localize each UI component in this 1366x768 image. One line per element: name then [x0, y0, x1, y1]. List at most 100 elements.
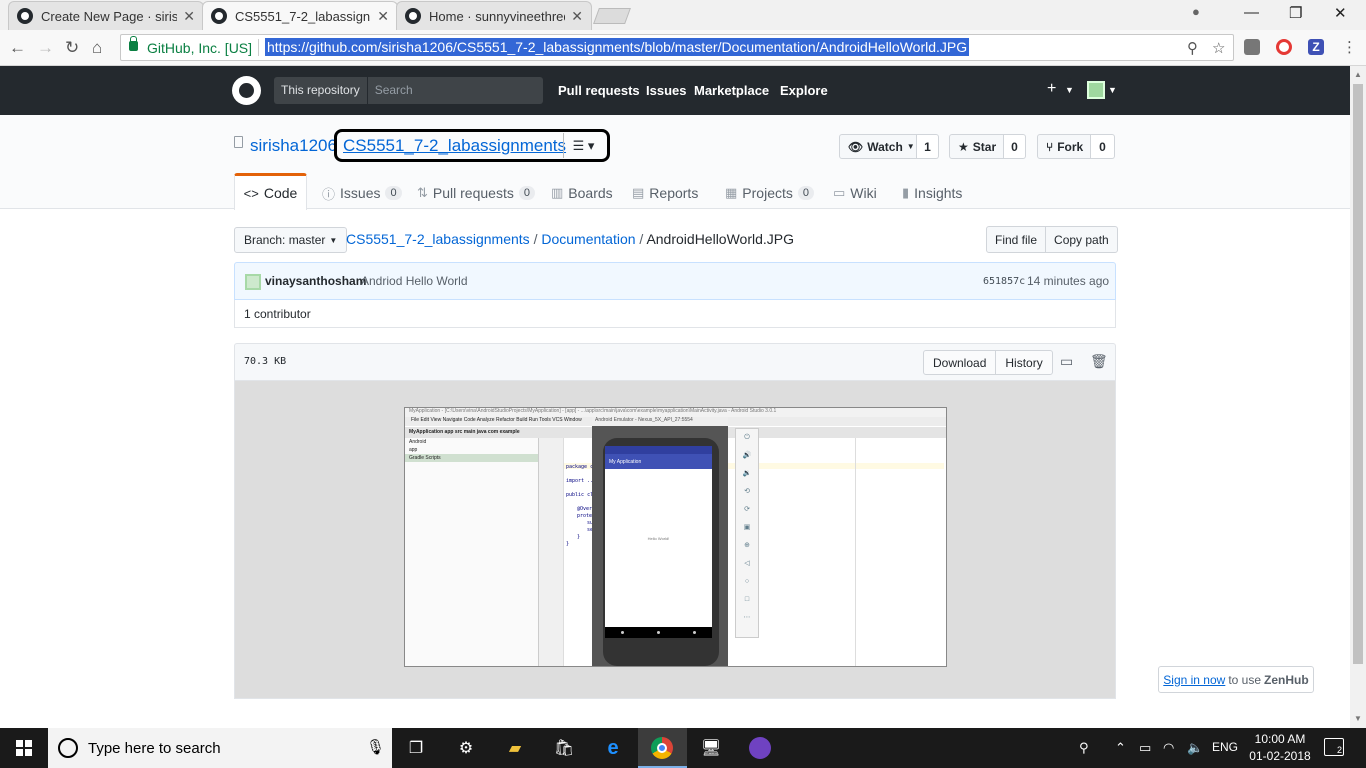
tab-projects[interactable]: ▦ Projects 0 — [725, 177, 814, 209]
history-button[interactable]: History — [995, 351, 1051, 374]
avatar[interactable] — [245, 274, 261, 290]
branch-select[interactable]: Branch: master ▼ — [234, 227, 348, 253]
url-text[interactable]: https://github.com/sirisha1206/CS5551_7-… — [265, 38, 970, 56]
star-button[interactable]: ★ Star — [949, 134, 1004, 159]
zenhub-signin: Sign in now to use ZenHub — [1158, 666, 1314, 693]
nav-explore[interactable]: Explore — [780, 83, 828, 98]
taskbar-search[interactable]: Type here to search 🎙 — [48, 728, 392, 768]
volume-icon[interactable]: 🔈 — [1187, 740, 1203, 756]
nav-issues[interactable]: Issues — [646, 83, 686, 98]
search-scope-label: This repository — [274, 77, 368, 104]
tab-title: CS5551_7-2_labassignme — [235, 8, 371, 24]
new-tab-button[interactable] — [593, 8, 631, 24]
chevron-up-icon[interactable]: ⌃ — [1115, 740, 1126, 756]
nav-marketplace[interactable]: Marketplace — [694, 83, 769, 98]
browser-tab[interactable]: Home · sunnyvineethredd ✕ — [396, 1, 592, 30]
restore-icon[interactable]: ❐ — [1289, 4, 1302, 22]
notification-icon[interactable]: 2 — [1324, 738, 1344, 756]
tab-boards[interactable]: ▥ Boards — [551, 177, 613, 209]
search-input[interactable]: Search — [368, 77, 420, 104]
file-header: 70.3 KB Download History ▭ 🗑 — [234, 343, 1116, 381]
chevron-down-icon[interactable]: ▼ — [1108, 85, 1117, 95]
watch-button[interactable]: 👁 Watch ▼ — [839, 134, 917, 159]
reload-icon[interactable]: ↻ — [65, 38, 79, 58]
browser-tab-active[interactable]: CS5551_7-2_labassignme ✕ — [202, 1, 398, 30]
breadcrumb-directory[interactable]: Documentation — [541, 231, 635, 247]
zoom-icon[interactable]: ⚲ — [1187, 39, 1198, 57]
tab-insights[interactable]: ▮ Insights — [902, 177, 962, 209]
menu-dots-icon[interactable]: ⋮ — [1342, 38, 1357, 56]
camera-icon: ▣ — [743, 524, 751, 531]
tab-wiki[interactable]: ▭ Wiki — [833, 177, 877, 209]
zenhub-signin-link[interactable]: Sign in now — [1163, 673, 1225, 687]
github-desktop-icon[interactable] — [748, 736, 772, 760]
store-icon[interactable]: 🛍 — [552, 736, 576, 760]
close-tab-icon[interactable]: ✕ — [183, 8, 195, 25]
language-indicator[interactable]: ENG — [1212, 740, 1238, 754]
minimize-icon[interactable]: — — [1244, 4, 1259, 21]
star-count[interactable]: 0 — [1004, 134, 1026, 159]
fork-count[interactable]: 0 — [1091, 134, 1115, 159]
find-file-button[interactable]: Find file — [987, 227, 1045, 252]
commit-author-link[interactable]: vinaysanthosham — [265, 274, 366, 288]
edge-browser-icon[interactable]: e — [601, 736, 625, 760]
trash-icon[interactable]: 🗑 — [1090, 353, 1108, 370]
fork-button[interactable]: ⑂ Fork — [1037, 134, 1091, 159]
page-scrollbar[interactable]: ▲ ▼ — [1350, 66, 1366, 728]
back-arrow-icon[interactable]: ← — [9, 38, 26, 58]
browser-tab[interactable]: Create New Page · sirisha ✕ — [8, 1, 204, 30]
plus-icon[interactable]: + — [1047, 80, 1056, 98]
taskbar-clock[interactable]: 10:00 AM 01-02-2018 — [1244, 731, 1316, 765]
nav-pull-requests[interactable]: Pull requests — [558, 83, 640, 98]
close-tab-icon[interactable]: ✕ — [377, 8, 389, 25]
profile-icon[interactable]: ● — [1192, 4, 1200, 19]
list-menu-icon[interactable]: ☰ ▾ — [563, 133, 603, 158]
task-view-icon[interactable]: ❐ — [404, 736, 428, 760]
settings-gear-icon[interactable]: ⚙ — [454, 736, 478, 760]
desktop-icon[interactable]: ▭ — [1060, 353, 1073, 370]
commit-sha-link[interactable]: 651857c — [983, 276, 1025, 287]
extension-icon[interactable] — [1244, 39, 1260, 55]
chevron-down-icon: ▼ — [329, 235, 338, 245]
microphone-icon[interactable]: 🎙 — [366, 738, 385, 756]
wifi-icon[interactable]: ◠ — [1163, 740, 1174, 756]
tab-reports[interactable]: ▤ Reports — [632, 177, 698, 209]
github-logo-icon[interactable] — [232, 76, 261, 105]
tab-pull-requests[interactable]: ⇅ Pull requests 0 — [417, 177, 535, 209]
phone-nav-bar — [605, 627, 712, 638]
avatar[interactable] — [1087, 81, 1105, 99]
repo-owner-link[interactable]: sirisha1206 — [250, 136, 337, 156]
scroll-down-icon[interactable]: ▼ — [1354, 714, 1362, 723]
opera-extension-icon[interactable] — [1276, 39, 1292, 55]
close-window-icon[interactable]: ✕ — [1334, 4, 1347, 22]
people-icon[interactable]: ⚲ — [1079, 740, 1089, 756]
chevron-down-icon[interactable]: ▼ — [1065, 85, 1074, 95]
search-box[interactable]: This repository Search — [274, 77, 543, 104]
file-size: 70.3 KB — [244, 356, 287, 367]
scroll-up-icon[interactable]: ▲ — [1354, 70, 1362, 79]
commit-message[interactable]: Andriod Hello World — [361, 274, 468, 288]
windows-start-icon[interactable] — [16, 740, 32, 756]
contributors-count[interactable]: 1 contributor — [244, 307, 311, 321]
tab-code[interactable]: <> Code — [234, 173, 307, 210]
taskbar-search-text: Type here to search — [88, 740, 221, 757]
battery-icon[interactable]: ▭ — [1139, 740, 1151, 756]
home-icon[interactable]: ⌂ — [92, 38, 102, 58]
file-explorer-icon[interactable]: ▰ — [503, 736, 527, 760]
fork-icon: ⑂ — [1046, 139, 1054, 154]
forward-arrow-icon[interactable]: → — [37, 38, 54, 58]
scrollbar-thumb[interactable] — [1353, 84, 1363, 664]
chrome-icon[interactable] — [650, 736, 674, 760]
download-button[interactable]: Download — [924, 351, 995, 374]
breadcrumb: CS5551_7-2_labassignments / Documentatio… — [346, 231, 794, 247]
breadcrumb-repo[interactable]: CS5551_7-2_labassignments — [346, 231, 530, 247]
bookmark-star-icon[interactable]: ☆ — [1212, 39, 1225, 57]
tab-issues[interactable]: ⓘ Issues 0 — [322, 177, 402, 209]
remote-desktop-icon[interactable]: 🖥 — [699, 736, 723, 760]
watch-count[interactable]: 1 — [917, 134, 939, 159]
zenhub-extension-icon[interactable]: Z — [1308, 39, 1324, 55]
board-icon: ▥ — [551, 185, 564, 200]
address-bar[interactable]: GitHub, Inc. [US] https://github.com/sir… — [120, 34, 1234, 61]
copy-path-button[interactable]: Copy path — [1045, 227, 1117, 252]
close-tab-icon[interactable]: ✕ — [571, 8, 583, 25]
